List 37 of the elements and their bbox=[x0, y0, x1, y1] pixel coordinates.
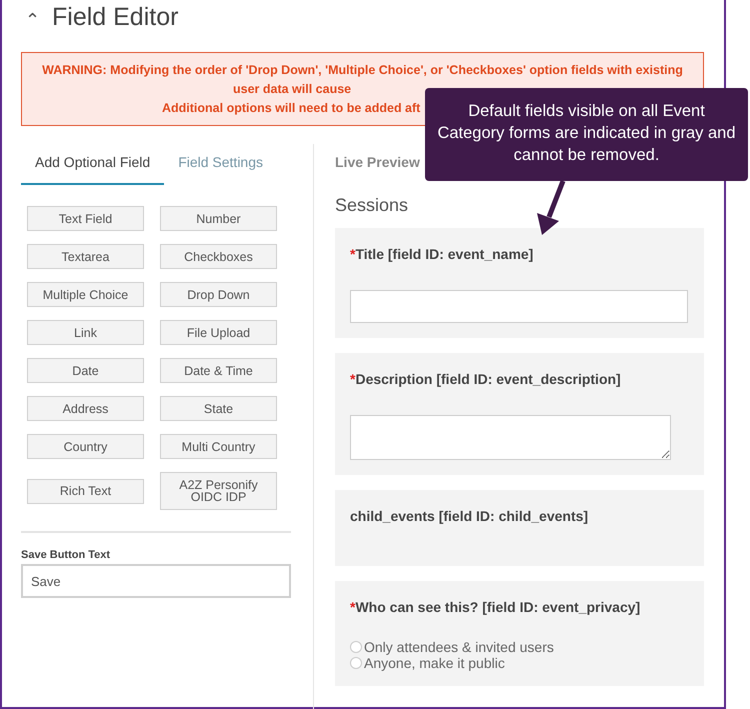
tab[interactable]: Add Optional Field bbox=[21, 144, 164, 185]
radio-label: Only attendees & invited users bbox=[364, 639, 554, 655]
field-label: *Who can see this? [field ID: event_privacy] bbox=[350, 599, 642, 615]
add-field-button[interactable]: Checkboxes bbox=[160, 244, 277, 269]
field-label: *Title [field ID: event_name] bbox=[350, 246, 534, 262]
field-label: *Description [field ID: event_description] bbox=[350, 371, 622, 387]
add-field-button[interactable]: A2Z Personify OIDC IDP bbox=[160, 472, 277, 510]
input-field[interactable]: Save bbox=[21, 564, 291, 598]
warning-text: user data will cause bbox=[233, 81, 352, 98]
add-field-button[interactable]: State bbox=[160, 396, 277, 421]
add-field-button[interactable]: Drop Down bbox=[160, 282, 277, 307]
add-field-button[interactable]: Country bbox=[27, 434, 144, 459]
add-field-button[interactable]: Number bbox=[160, 206, 277, 231]
warning-text: Additional options will need to be added aft bbox=[162, 100, 420, 117]
add-field-button[interactable]: Textarea bbox=[27, 244, 144, 269]
add-field-button[interactable]: Rich Text bbox=[27, 478, 144, 504]
panel-title: Field Editor bbox=[52, 2, 178, 32]
text-area[interactable] bbox=[350, 415, 671, 460]
collapse-icon[interactable]: ⌃ bbox=[21, 5, 52, 29]
add-field-button[interactable]: Text Field bbox=[27, 206, 144, 231]
warning-text: WARNING: Modifying the order of 'Drop Down', 'Multiple Choice', or 'Checkboxes' option fields with existing bbox=[42, 62, 683, 79]
radio-button[interactable] bbox=[350, 657, 362, 669]
radio-button[interactable] bbox=[350, 641, 362, 653]
add-field-button[interactable]: Multi Country bbox=[160, 434, 277, 459]
add-field-button[interactable]: File Upload bbox=[160, 320, 277, 345]
add-field-button[interactable]: Link bbox=[27, 320, 144, 345]
add-field-button[interactable]: Address bbox=[27, 396, 144, 421]
input-field[interactable] bbox=[350, 290, 688, 323]
add-field-button[interactable]: Date bbox=[27, 358, 144, 383]
add-field-button[interactable]: Date & Time bbox=[160, 358, 277, 383]
section-title: Sessions bbox=[335, 195, 410, 216]
radio-label: Anyone, make it public bbox=[364, 655, 505, 671]
field-label: child_events [field ID: child_events] bbox=[350, 508, 590, 524]
field-label: Save Button Text bbox=[21, 549, 112, 561]
preview-heading: Live Preview bbox=[335, 153, 420, 172]
callout-tooltip: Default fields visible on all Event Category forms are indicated in gray and cannot be removed. bbox=[425, 88, 748, 181]
add-field-button[interactable]: Multiple Choice bbox=[27, 282, 144, 307]
